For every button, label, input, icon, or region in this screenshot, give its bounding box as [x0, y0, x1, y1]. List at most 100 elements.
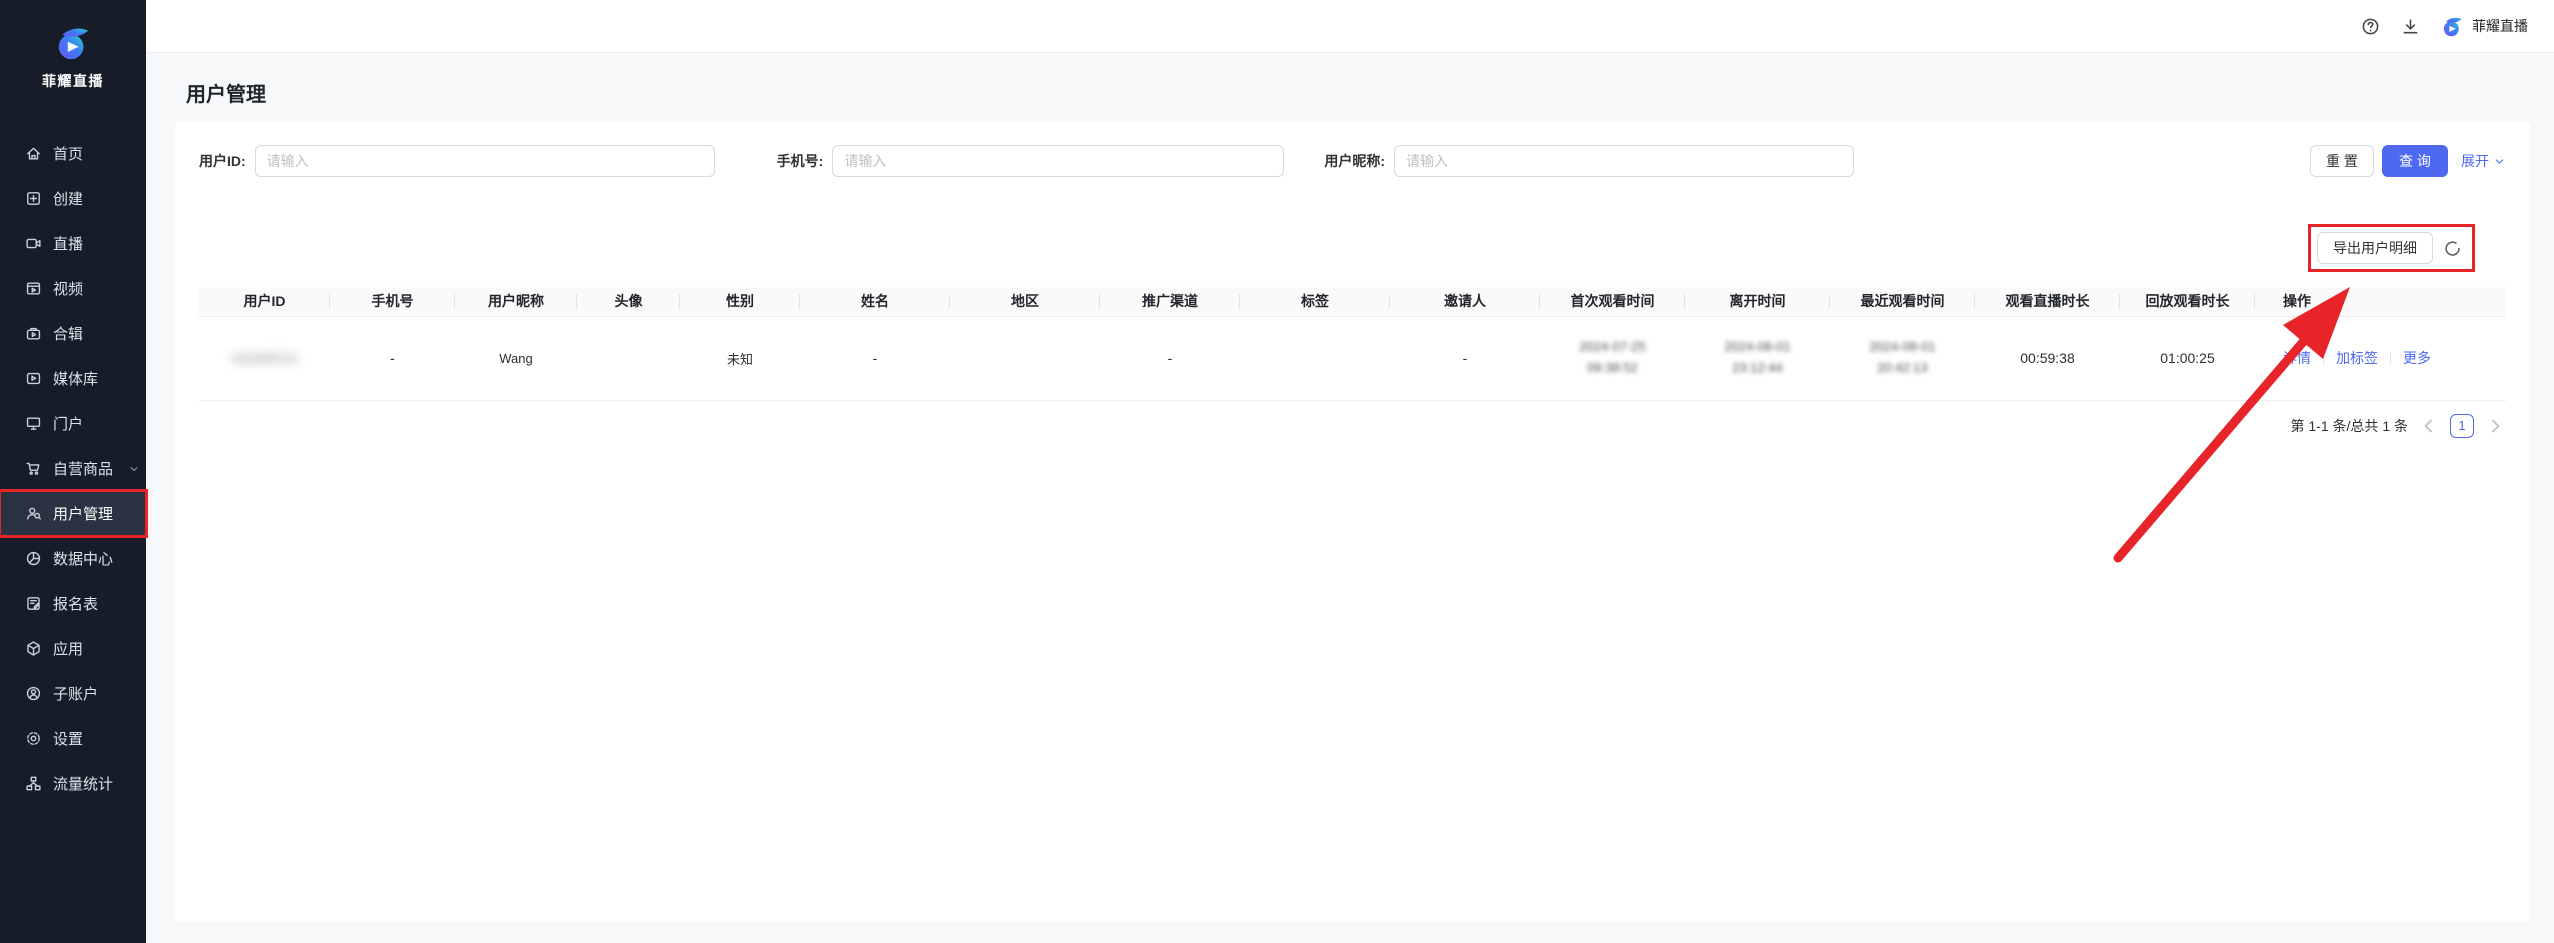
col-first-watch-time: 首次观看时间 [1540, 287, 1685, 316]
nickname-input[interactable] [1394, 145, 1854, 177]
brand-name: 菲耀直播 [42, 71, 104, 91]
col-channel: 推广渠道 [1100, 287, 1240, 316]
sidebar-item-live[interactable]: 直播 [0, 221, 146, 266]
sidebar-item-user-management[interactable]: 用户管理 [0, 491, 146, 536]
more-link[interactable]: 更多 [2403, 348, 2431, 368]
sidebar-item-label: 首页 [53, 143, 83, 164]
export-users-button[interactable]: 导出用户明细 [2317, 232, 2433, 264]
sidebar-item-traffic-stats[interactable]: 流量统计 [0, 761, 146, 806]
sidebar-item-data-center[interactable]: 数据中心 [0, 536, 146, 581]
sidebar-item-label: 自营商品 [53, 458, 113, 479]
users-table: 用户ID 手机号 用户昵称 头像 性别 姓名 地区 推广渠道 标签 邀请人 首次… [199, 287, 2506, 401]
col-inviter: 邀请人 [1390, 287, 1540, 316]
sidebar-item-label: 子账户 [53, 683, 98, 704]
refresh-icon[interactable] [2443, 239, 2462, 258]
sidebar-item-products[interactable]: 自营商品 [0, 446, 146, 491]
cell-region [950, 316, 1100, 400]
col-gender: 性别 [680, 287, 800, 316]
phone-input[interactable] [832, 145, 1284, 177]
filter-nickname: 用户昵称: [1324, 145, 1854, 177]
toolbar-row: 导出用户明细 [199, 224, 2506, 272]
cell-channel: - [1100, 316, 1240, 400]
avatar [611, 340, 647, 376]
table-settings-gear-icon[interactable] [2487, 239, 2506, 258]
cell-leave-time: 2024-08-0123:12:44 [1685, 337, 1830, 379]
col-leave-time: 离开时间 [1685, 287, 1830, 316]
live-icon [25, 235, 42, 252]
col-actions: 操作 [2255, 287, 2506, 316]
col-tags: 标签 [1240, 287, 1390, 316]
col-replay-duration: 回放观看时长 [2120, 287, 2255, 316]
sidebar-item-label: 报名表 [53, 593, 98, 614]
annotation-box: 导出用户明细 [2308, 224, 2475, 272]
reset-button[interactable]: 重 置 [2310, 145, 2374, 177]
brand-logo-icon [54, 24, 92, 62]
user-id-blurred: 46288533 [232, 351, 298, 366]
chevron-down-icon [2493, 155, 2506, 168]
top-header: 菲耀直播 [146, 0, 2554, 53]
page-title: 用户管理 [186, 78, 2530, 107]
cell-live-duration: 00:59:38 [1975, 316, 2120, 400]
cell-recent-watch-time: 2024-08-0120:42:13 [1830, 337, 1975, 379]
cell-phone: - [330, 316, 455, 400]
sidebar-item-label: 数据中心 [53, 548, 113, 569]
add-tag-link[interactable]: 加标签 [2336, 348, 2378, 368]
sidebar-item-apps[interactable]: 应用 [0, 626, 146, 671]
sidebar-item-home[interactable]: 首页 [0, 131, 146, 176]
sidebar-nav: 首页 创建 直播 视频 合辑 媒体库 门户 自营商品 用户管理 数据中心 报名表… [0, 131, 146, 806]
nickname-label: 用户昵称: [1324, 151, 1385, 171]
sidebar-item-collection[interactable]: 合辑 [0, 311, 146, 356]
table-row: 46288533 - Wang 未知 - - - 2024-07-2509:38… [199, 316, 2506, 400]
sidebar-item-registration-form[interactable]: 报名表 [0, 581, 146, 626]
header-brand: 菲耀直播 [2441, 15, 2528, 38]
sidebar-item-settings[interactable]: 设置 [0, 716, 146, 761]
sidebar-item-label: 流量统计 [53, 773, 113, 794]
traffic-stats-icon [25, 775, 42, 792]
form-icon [25, 595, 42, 612]
sidebar-item-label: 媒体库 [53, 368, 98, 389]
sidebar: 菲耀直播 首页 创建 直播 视频 合辑 媒体库 门户 自营商品 用户管理 数据中… [0, 0, 146, 943]
sidebar-item-media-library[interactable]: 媒体库 [0, 356, 146, 401]
sidebar-logo: 菲耀直播 [0, 0, 146, 91]
action-divider [2323, 352, 2324, 365]
chevron-down-icon [128, 463, 140, 475]
current-page-button[interactable]: 1 [2450, 414, 2474, 438]
create-icon [25, 190, 42, 207]
next-page-icon[interactable] [2484, 415, 2506, 437]
cell-gender: 未知 [680, 316, 800, 400]
collection-icon [25, 325, 42, 342]
sidebar-item-label: 用户管理 [53, 503, 113, 524]
portal-icon [25, 415, 42, 432]
search-button[interactable]: 查 询 [2382, 145, 2448, 177]
sub-account-icon [25, 685, 42, 702]
sidebar-item-create[interactable]: 创建 [0, 176, 146, 221]
sidebar-item-label: 视频 [53, 278, 83, 299]
shop-cart-icon [25, 460, 42, 477]
brand-logo-icon [2441, 15, 2464, 38]
detail-link[interactable]: 详情 [2283, 348, 2311, 368]
col-region: 地区 [950, 287, 1100, 316]
expand-link[interactable]: 展开 [2461, 151, 2506, 171]
sidebar-item-video[interactable]: 视频 [0, 266, 146, 311]
col-name: 姓名 [800, 287, 950, 316]
filter-phone: 手机号: [777, 145, 1285, 177]
prev-page-icon[interactable] [2418, 415, 2440, 437]
download-icon[interactable] [2401, 17, 2420, 36]
user-id-label: 用户ID: [199, 151, 246, 171]
sidebar-item-portal[interactable]: 门户 [0, 401, 146, 446]
row-actions: 详情 加标签 更多 [2283, 348, 2506, 368]
user-search-icon [25, 505, 42, 522]
cell-replay-duration: 01:00:25 [2120, 316, 2255, 400]
action-divider [2390, 352, 2391, 365]
help-icon[interactable] [2361, 17, 2380, 36]
sidebar-item-label: 门户 [53, 413, 83, 434]
col-nickname: 用户昵称 [455, 287, 577, 316]
filter-actions: 重 置 查 询 展开 [2310, 145, 2506, 177]
sidebar-item-label: 合辑 [53, 323, 83, 344]
col-recent-watch-time: 最近观看时间 [1830, 287, 1975, 316]
user-id-input[interactable] [255, 145, 715, 177]
home-icon [25, 145, 42, 162]
data-center-icon [25, 550, 42, 567]
cell-first-watch-time: 2024-07-2509:38:52 [1540, 337, 1685, 379]
sidebar-item-sub-accounts[interactable]: 子账户 [0, 671, 146, 716]
